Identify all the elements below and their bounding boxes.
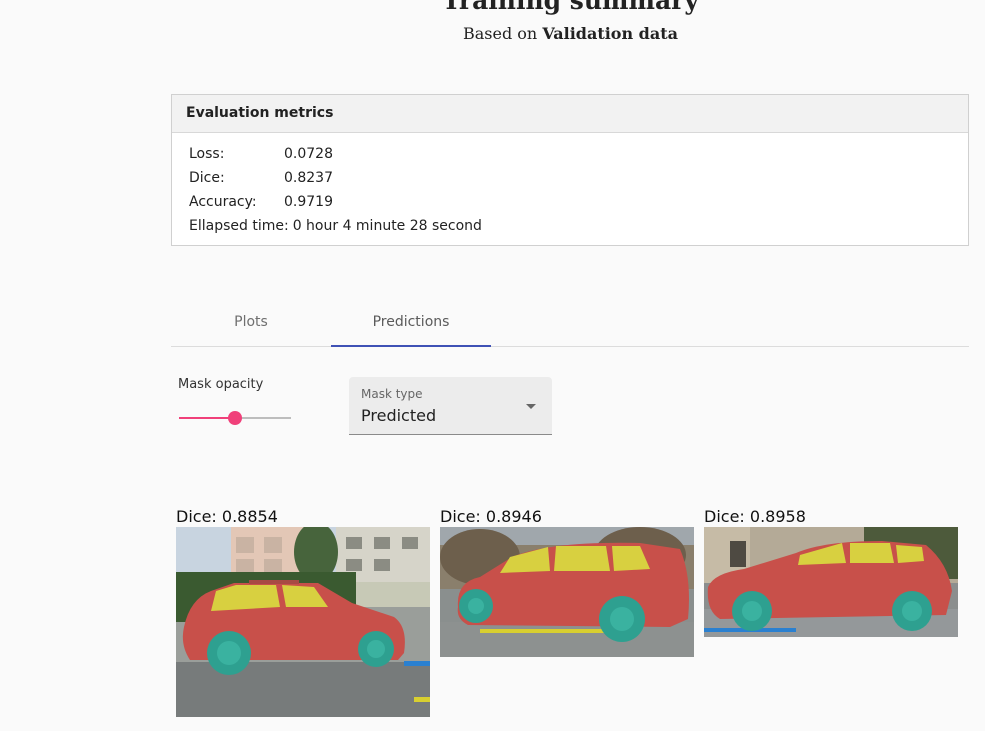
- mask-type-select[interactable]: Mask type Predicted: [349, 377, 552, 435]
- tab-bar: Plots Predictions: [171, 298, 969, 347]
- prediction-image-suv: [176, 527, 430, 717]
- subtitle-prefix: Based on: [462, 24, 543, 43]
- prediction-card: Dice: 0.8854: [176, 507, 430, 717]
- prediction-card: Dice: 0.8958: [704, 507, 958, 637]
- mask-opacity-label: Mask opacity: [178, 377, 264, 392]
- slider-track-fill: [179, 417, 235, 419]
- page-title: Training summary: [442, 0, 699, 15]
- prediction-card: Dice: 0.8946: [440, 507, 694, 657]
- metric-row-loss: Loss: 0.0728: [189, 142, 968, 166]
- prediction-dice-score: Dice: 0.8958: [704, 507, 806, 526]
- mask-type-label: Mask type: [361, 387, 423, 401]
- metric-value: 0.0728: [284, 146, 333, 162]
- prediction-dice-score: Dice: 0.8854: [176, 507, 278, 526]
- evaluation-metrics-card: Evaluation metrics Loss: 0.0728 Dice: 0.…: [171, 94, 969, 246]
- metrics-card-heading: Evaluation metrics: [172, 95, 968, 133]
- dropdown-arrow-icon: [526, 404, 536, 409]
- mask-type-value: Predicted: [361, 406, 437, 425]
- prediction-image-wagon: [440, 527, 694, 657]
- page-subtitle: Based on Validation data: [0, 24, 985, 43]
- metric-label: Loss:: [189, 146, 225, 162]
- mask-opacity-slider[interactable]: [179, 408, 291, 428]
- prediction-dice-score: Dice: 0.8946: [440, 507, 542, 526]
- metric-row-accuracy: Accuracy: 0.9719: [189, 190, 968, 214]
- tab-plots[interactable]: Plots: [171, 298, 331, 346]
- slider-thumb[interactable]: [228, 411, 242, 425]
- subtitle-dataset: Validation data: [542, 24, 678, 43]
- tab-predictions[interactable]: Predictions: [331, 298, 491, 347]
- metric-value: 0.8237: [284, 170, 333, 186]
- metric-row-elapsed-time: Ellapsed time: 0 hour 4 minute 28 second: [189, 214, 968, 238]
- metric-label: Ellapsed time:: [189, 218, 289, 234]
- metric-label: Dice:: [189, 170, 225, 186]
- metrics-list: Loss: 0.0728 Dice: 0.8237 Accuracy: 0.97…: [172, 133, 968, 238]
- metric-label: Accuracy:: [189, 194, 257, 210]
- metric-row-dice: Dice: 0.8237: [189, 166, 968, 190]
- metric-value: 0.9719: [284, 194, 333, 210]
- metric-value: 0 hour 4 minute 28 second: [292, 218, 482, 234]
- prediction-image-hatchback: [704, 527, 958, 637]
